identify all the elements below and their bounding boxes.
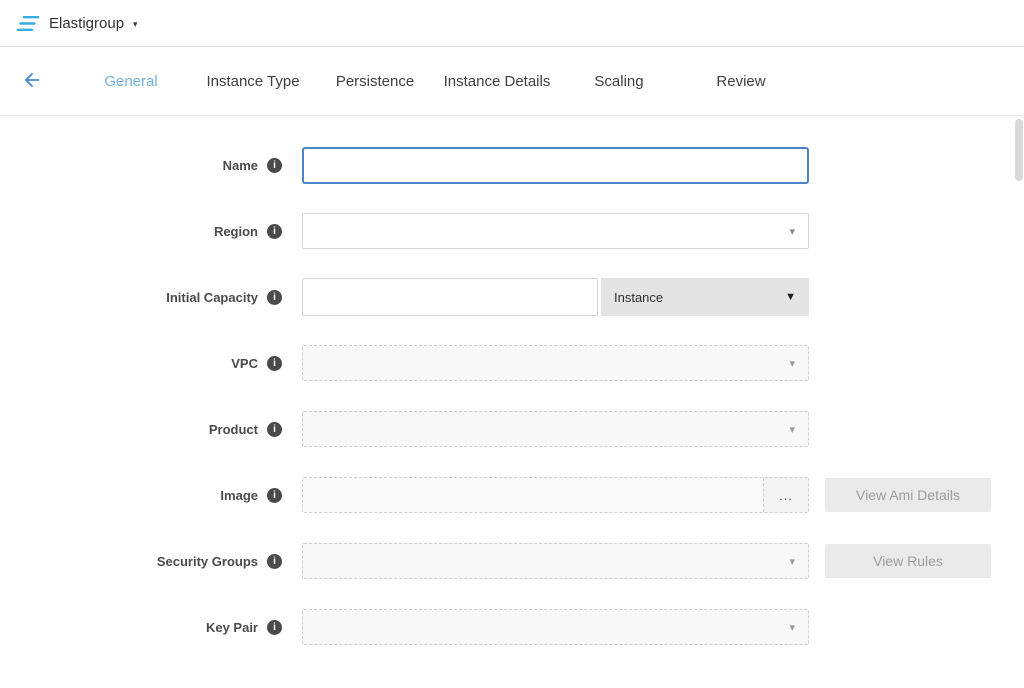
product-label: Product xyxy=(209,422,258,437)
back-arrow-icon xyxy=(21,79,43,94)
wizard-tabs: General Instance Type Persistence Instan… xyxy=(70,65,802,98)
form-row-region: Region i ▾ xyxy=(0,212,1024,250)
info-icon[interactable]: i xyxy=(267,356,282,371)
chevron-down-icon: ▾ xyxy=(133,17,138,30)
form-row-initial-capacity: Initial Capacity i Instance ▼ xyxy=(0,278,1024,316)
image-label: Image xyxy=(220,488,258,503)
image-value xyxy=(303,478,763,512)
capacity-unit-value: Instance xyxy=(614,290,663,305)
tab-persistence[interactable]: Persistence xyxy=(314,65,436,98)
info-icon[interactable]: i xyxy=(267,158,282,173)
vpc-select[interactable]: ▾ xyxy=(302,345,809,381)
form-row-key-pair: Key Pair i ▾ xyxy=(0,608,1024,646)
name-label: Name xyxy=(223,158,258,173)
vpc-label: VPC xyxy=(231,356,258,371)
chevron-down-icon: ▾ xyxy=(789,621,795,634)
capacity-unit-select[interactable]: Instance ▼ xyxy=(601,278,809,316)
info-icon[interactable]: i xyxy=(267,422,282,437)
tab-scaling[interactable]: Scaling xyxy=(558,65,680,98)
info-icon[interactable]: i xyxy=(267,290,282,305)
key-pair-label: Key Pair xyxy=(206,620,258,635)
security-groups-label: Security Groups xyxy=(157,554,258,569)
chevron-down-icon: ▾ xyxy=(789,225,795,238)
tab-general[interactable]: General xyxy=(70,65,192,98)
region-label: Region xyxy=(214,224,258,239)
general-form: Name i Region i ▾ Initial Capacity i Ins xyxy=(0,116,1024,646)
chevron-down-icon: ▾ xyxy=(789,555,795,568)
form-row-security-groups: Security Groups i ▾ View Rules xyxy=(0,542,1024,580)
back-button[interactable] xyxy=(20,69,44,93)
form-row-name: Name i xyxy=(0,146,1024,184)
chevron-down-icon: ▾ xyxy=(789,423,795,436)
app-switcher[interactable]: Elastigroup ▾ xyxy=(16,15,138,32)
image-input-group: ... xyxy=(302,477,809,513)
security-groups-select[interactable]: ▾ xyxy=(302,543,809,579)
initial-capacity-label: Initial Capacity xyxy=(166,290,258,305)
product-select[interactable]: ▾ xyxy=(302,411,809,447)
app-switcher-label: Elastigroup xyxy=(49,15,124,32)
info-icon[interactable]: i xyxy=(267,488,282,503)
key-pair-select[interactable]: ▾ xyxy=(302,609,809,645)
info-icon[interactable]: i xyxy=(267,554,282,569)
vertical-scrollbar-thumb[interactable] xyxy=(1015,119,1023,181)
name-input[interactable] xyxy=(302,147,809,184)
tab-instance-type[interactable]: Instance Type xyxy=(192,65,314,98)
tab-instance-details[interactable]: Instance Details xyxy=(436,65,558,98)
form-row-product: Product i ▾ xyxy=(0,410,1024,448)
image-browse-button[interactable]: ... xyxy=(763,478,808,512)
view-rules-button[interactable]: View Rules xyxy=(825,544,991,578)
form-row-image: Image i ... View Ami Details xyxy=(0,476,1024,514)
info-icon[interactable]: i xyxy=(267,224,282,239)
wizard-nav: General Instance Type Persistence Instan… xyxy=(0,47,1024,116)
view-ami-details-button[interactable]: View Ami Details xyxy=(825,478,991,512)
elastigroup-logo-icon xyxy=(16,15,40,32)
form-row-vpc: VPC i ▾ xyxy=(0,344,1024,382)
chevron-down-icon: ▼ xyxy=(785,291,796,303)
info-icon[interactable]: i xyxy=(267,620,282,635)
initial-capacity-input[interactable] xyxy=(302,278,598,316)
top-app-bar: Elastigroup ▾ xyxy=(0,0,1024,47)
region-select[interactable]: ▾ xyxy=(302,213,809,249)
tab-review[interactable]: Review xyxy=(680,65,802,98)
chevron-down-icon: ▾ xyxy=(789,357,795,370)
